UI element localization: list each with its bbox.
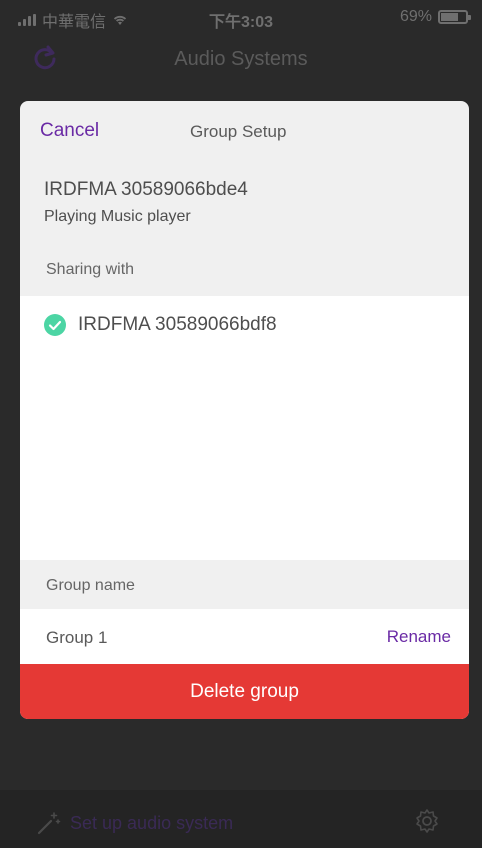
nav-title: Audio Systems	[174, 48, 308, 70]
gear-icon[interactable]	[414, 808, 440, 834]
setup-audio-system-link[interactable]: Set up audio system	[36, 810, 233, 836]
battery-icon	[438, 10, 471, 24]
group-setup-modal: Cancel Group Setup IRDFMA 30589066bde4 P…	[20, 101, 469, 719]
modal-header: Cancel Group Setup	[20, 101, 469, 161]
device-status: Playing Music player	[44, 208, 191, 225]
check-circle-icon	[44, 314, 66, 336]
battery-fill	[441, 13, 458, 21]
group-name-label: Group name	[46, 577, 135, 594]
sharing-with-label: Sharing with	[46, 261, 135, 278]
nav-bar: Audio Systems	[0, 32, 482, 88]
modal-title: Group Setup	[190, 122, 287, 141]
status-right: 69%	[399, 8, 471, 26]
share-item-label: IRDFMA 30589066bdf8	[78, 314, 277, 335]
group-name-row: Group 1 Rename	[20, 609, 469, 664]
rename-button[interactable]: Rename	[387, 627, 451, 647]
magic-wand-icon	[37, 812, 61, 835]
share-item[interactable]: IRDFMA 30589066bdf8	[44, 314, 277, 336]
setup-label: Set up audio system	[70, 812, 234, 833]
status-bar: 中華電信 下午3:03 69%	[0, 0, 482, 32]
battery-percent: 69%	[399, 8, 432, 25]
delete-group-button[interactable]: Delete group	[20, 664, 469, 719]
device-name: IRDFMA 30589066bde4	[44, 179, 248, 200]
cancel-button[interactable]: Cancel	[40, 120, 99, 142]
sharing-list: IRDFMA 30589066bdf8	[20, 296, 469, 560]
bottom-bar: Set up audio system	[0, 790, 482, 848]
group-name-value: Group 1	[46, 628, 108, 647]
